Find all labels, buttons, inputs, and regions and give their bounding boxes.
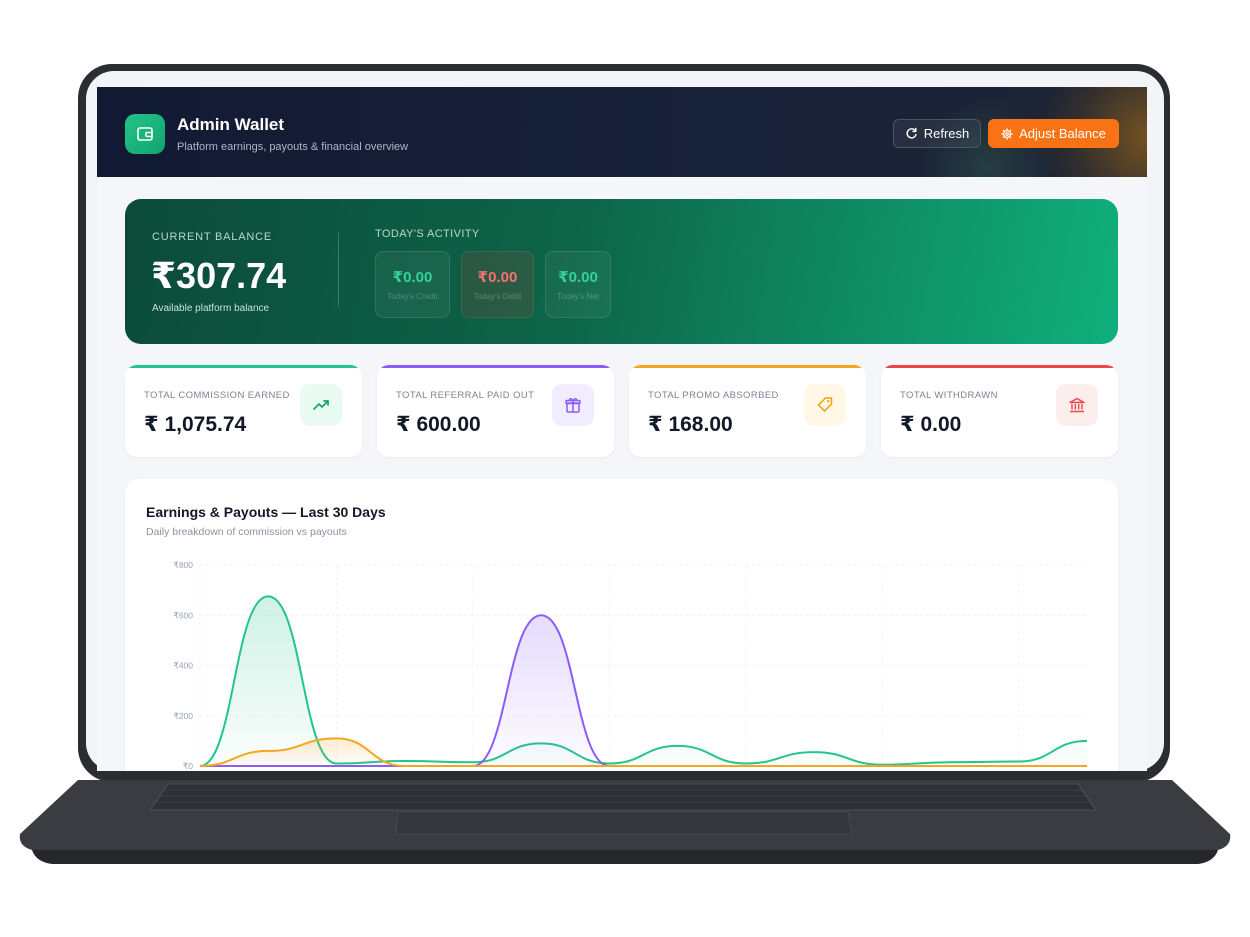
trending-up-icon bbox=[300, 384, 342, 426]
adjust-balance-button[interactable]: Adjust Balance bbox=[988, 119, 1119, 148]
stat-label: TOTAL REFERRAL PAID OUT bbox=[396, 390, 535, 401]
activity-net-value: ₹0.00 bbox=[558, 269, 598, 286]
stat-card-withdrawn: TOTAL WITHDRAWN ₹ 0.00 bbox=[881, 365, 1118, 457]
activity-net-box: ₹0.00 Today's Net bbox=[545, 251, 611, 318]
stat-card-promo: TOTAL PROMO ABSORBED ₹ 168.00 bbox=[629, 365, 866, 457]
stat-label: TOTAL PROMO ABSORBED bbox=[648, 390, 779, 401]
refresh-button-label: Refresh bbox=[923, 126, 970, 141]
laptop-base bbox=[19, 780, 1231, 864]
gift-icon bbox=[552, 384, 594, 426]
page-title: Admin Wallet bbox=[177, 115, 285, 134]
gear-icon bbox=[1001, 127, 1013, 140]
balance-amount: ₹307.74 bbox=[151, 255, 287, 296]
activity-credit-caption: Today's Credit bbox=[387, 292, 438, 301]
stat-accent bbox=[125, 365, 362, 368]
stat-value: ₹ 0.00 bbox=[900, 413, 962, 436]
header-bar: Admin Wallet Platform earnings, payouts … bbox=[97, 87, 1147, 177]
y-tick-label: ₹400 bbox=[173, 661, 193, 671]
stat-value: ₹ 168.00 bbox=[648, 413, 733, 436]
wallet-icon bbox=[125, 114, 165, 154]
stat-card-commission: TOTAL COMMISSION EARNED ₹ 1,075.74 bbox=[125, 365, 362, 457]
stat-accent bbox=[629, 365, 866, 368]
earnings-chart: ₹0 ₹200 ₹400 ₹600 ₹800 bbox=[173, 560, 1088, 771]
stat-value: ₹ 1,075.74 bbox=[144, 413, 247, 436]
balance-label: CURRENT BALANCE bbox=[152, 231, 272, 243]
y-tick-label: ₹600 bbox=[173, 610, 193, 620]
stat-card-referral: TOTAL REFERRAL PAID OUT ₹ 600.00 bbox=[377, 365, 614, 457]
refresh-icon bbox=[906, 127, 917, 139]
activity-net-caption: Today's Net bbox=[557, 292, 599, 301]
admin-wallet-screen: Admin Wallet Platform earnings, payouts … bbox=[97, 87, 1147, 771]
stat-accent bbox=[881, 365, 1118, 368]
activity-credit-box: ₹0.00 Today's Credit bbox=[375, 251, 450, 318]
refresh-button[interactable]: Refresh bbox=[893, 119, 981, 148]
page-subtitle: Platform earnings, payouts & financial o… bbox=[177, 141, 409, 153]
bank-icon bbox=[1056, 384, 1098, 426]
balance-note: Available platform balance bbox=[152, 303, 270, 314]
y-tick-label: ₹0 bbox=[183, 761, 193, 771]
activity-credit-value: ₹0.00 bbox=[392, 269, 433, 286]
adjust-balance-label: Adjust Balance bbox=[1019, 126, 1106, 141]
earnings-chart-card: Earnings & Payouts — Last 30 Days Daily … bbox=[125, 479, 1118, 771]
y-tick-label: ₹200 bbox=[173, 711, 193, 721]
stat-value: ₹ 600.00 bbox=[396, 413, 481, 436]
activity-label: TODAY'S ACTIVITY bbox=[375, 228, 480, 240]
stat-label: TOTAL WITHDRAWN bbox=[900, 390, 998, 401]
activity-debit-value: ₹0.00 bbox=[477, 269, 518, 286]
y-tick-label: ₹800 bbox=[173, 560, 193, 570]
tag-icon bbox=[804, 384, 846, 426]
stat-label: TOTAL COMMISSION EARNED bbox=[144, 390, 290, 401]
activity-debit-caption: Today's Debit bbox=[473, 292, 522, 301]
hero-divider bbox=[338, 233, 339, 307]
activity-debit-box: ₹0.00 Today's Debit bbox=[461, 251, 534, 318]
balance-card: CURRENT BALANCE ₹307.74 Available platfo… bbox=[125, 199, 1118, 344]
stat-accent bbox=[377, 365, 614, 368]
